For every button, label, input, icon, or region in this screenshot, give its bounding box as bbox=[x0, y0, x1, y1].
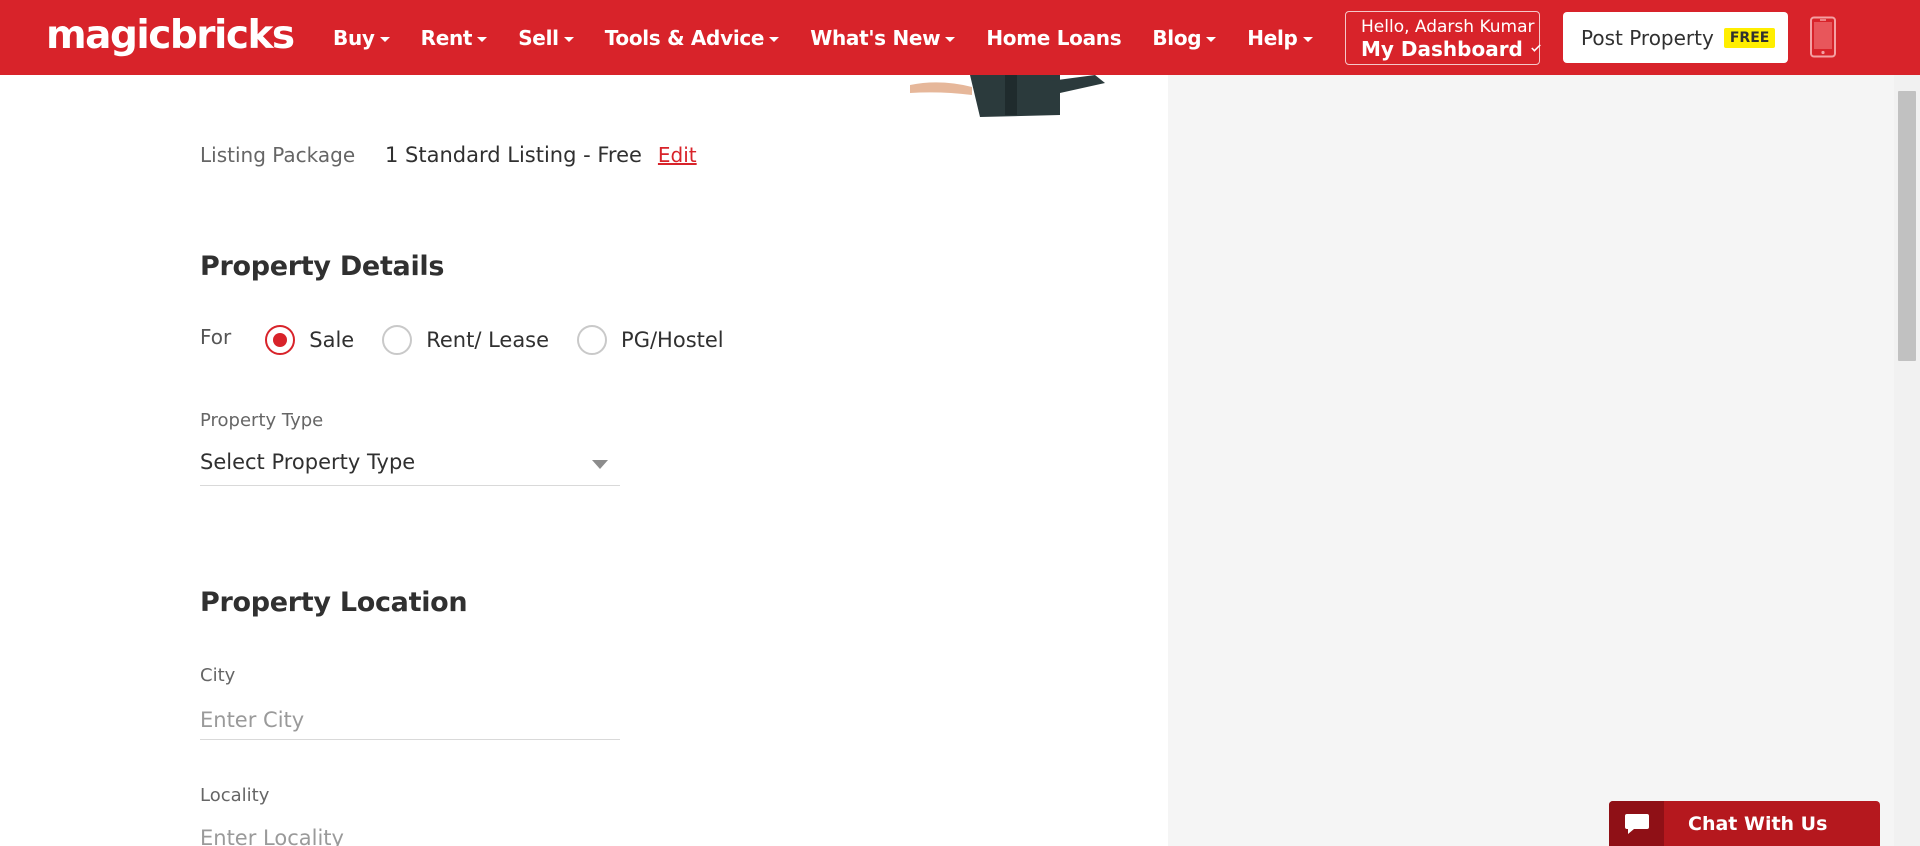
radio-label: Rent/ Lease bbox=[426, 328, 550, 352]
dashboard-label: My Dashboard bbox=[1361, 37, 1523, 61]
radio-label: Sale bbox=[309, 328, 355, 352]
select-arrow-icon bbox=[592, 460, 608, 469]
free-badge: FREE bbox=[1723, 27, 1776, 48]
right-side-panel bbox=[1168, 75, 1894, 846]
city-label: City bbox=[200, 665, 236, 686]
nav-buy[interactable]: Buy bbox=[333, 26, 390, 50]
property-type-value: Select Property Type bbox=[200, 450, 416, 474]
nav-label: Sell bbox=[518, 25, 559, 50]
property-type-label: Property Type bbox=[200, 410, 324, 431]
nav-label: What's New bbox=[810, 25, 941, 50]
radio-checked-icon[interactable] bbox=[265, 325, 296, 355]
property-type-select[interactable]: Select Property Type bbox=[200, 446, 620, 486]
main-nav: Buy Rent Sell Tools & Advice What's New … bbox=[333, 0, 1344, 75]
nav-help[interactable]: Help bbox=[1247, 25, 1313, 50]
radio-rent-lease[interactable]: Rent/ Lease bbox=[382, 325, 549, 355]
nav-whats-new[interactable]: What's New bbox=[810, 25, 956, 50]
property-location-title: Property Location bbox=[200, 587, 468, 618]
edit-listing-link[interactable]: Edit bbox=[658, 143, 697, 167]
caret-down-icon bbox=[477, 36, 488, 42]
dashboard-label-row: My Dashboard bbox=[1361, 37, 1541, 61]
phone-icon[interactable] bbox=[1809, 16, 1837, 58]
property-details-title: Property Details bbox=[200, 251, 445, 282]
post-property-label: Post Property bbox=[1581, 25, 1714, 50]
for-label: For bbox=[200, 325, 232, 349]
chat-with-us-button[interactable]: Chat With Us bbox=[1609, 801, 1880, 846]
nav-label: Buy bbox=[333, 25, 375, 50]
nav-label: Rent bbox=[420, 25, 473, 50]
nav-label: Help bbox=[1247, 25, 1298, 50]
nav-label: Tools & Advice bbox=[604, 25, 765, 50]
listing-for-radio-group: For Sale Rent/ Lease PG/Hostel bbox=[200, 325, 752, 355]
locality-label: Locality bbox=[200, 785, 270, 806]
caret-down-icon bbox=[945, 36, 956, 42]
my-dashboard-button[interactable]: Hello, Adarsh Kumar My Dashboard bbox=[1345, 11, 1541, 65]
nav-tools-advice[interactable]: Tools & Advice bbox=[605, 26, 780, 50]
caret-down-icon bbox=[1302, 36, 1313, 42]
magicbricks-logo[interactable]: magicbricks bbox=[46, 14, 295, 58]
nav-label: Blog bbox=[1152, 25, 1202, 50]
nav-home-loans[interactable]: Home Loans bbox=[986, 26, 1121, 50]
caret-down-icon bbox=[769, 36, 780, 42]
radio-label: PG/Hostel bbox=[621, 328, 724, 352]
locality-input[interactable] bbox=[200, 818, 620, 846]
listing-package-row: Listing Package 1 Standard Listing - Fre… bbox=[200, 143, 697, 167]
promo-person-illustration bbox=[910, 75, 1105, 117]
radio-unchecked-icon[interactable] bbox=[382, 325, 413, 355]
nav-sell[interactable]: Sell bbox=[518, 25, 574, 50]
caret-down-icon bbox=[379, 36, 390, 42]
nav-rent[interactable]: Rent bbox=[421, 26, 488, 50]
nav-label: Home Loans bbox=[986, 25, 1122, 50]
nav-blog[interactable]: Blog bbox=[1152, 25, 1217, 50]
page-scrollbar[interactable] bbox=[1894, 75, 1920, 846]
user-greeting: Hello, Adarsh Kumar bbox=[1361, 17, 1535, 37]
chevron-down-icon bbox=[1531, 42, 1541, 52]
caret-down-icon bbox=[1206, 36, 1217, 42]
chat-label: Chat With Us bbox=[1688, 812, 1828, 835]
listing-package-label: Listing Package bbox=[200, 143, 356, 167]
scrollbar-thumb[interactable] bbox=[1898, 91, 1916, 361]
post-property-page: magicbricks Buy Rent Sell Tools & Advice… bbox=[0, 0, 1920, 846]
chat-icon-box bbox=[1609, 801, 1664, 846]
radio-unchecked-icon[interactable] bbox=[577, 325, 608, 355]
post-property-button[interactable]: Post Property FREE bbox=[1563, 12, 1788, 63]
listing-package-value: 1 Standard Listing - Free bbox=[385, 143, 642, 167]
site-header: magicbricks Buy Rent Sell Tools & Advice… bbox=[0, 0, 1920, 75]
radio-pg-hostel[interactable]: PG/Hostel bbox=[577, 325, 724, 355]
radio-sale[interactable]: Sale bbox=[265, 325, 354, 355]
caret-down-icon bbox=[563, 36, 574, 42]
chat-bubble-icon bbox=[1624, 813, 1649, 834]
city-input[interactable] bbox=[200, 700, 620, 740]
